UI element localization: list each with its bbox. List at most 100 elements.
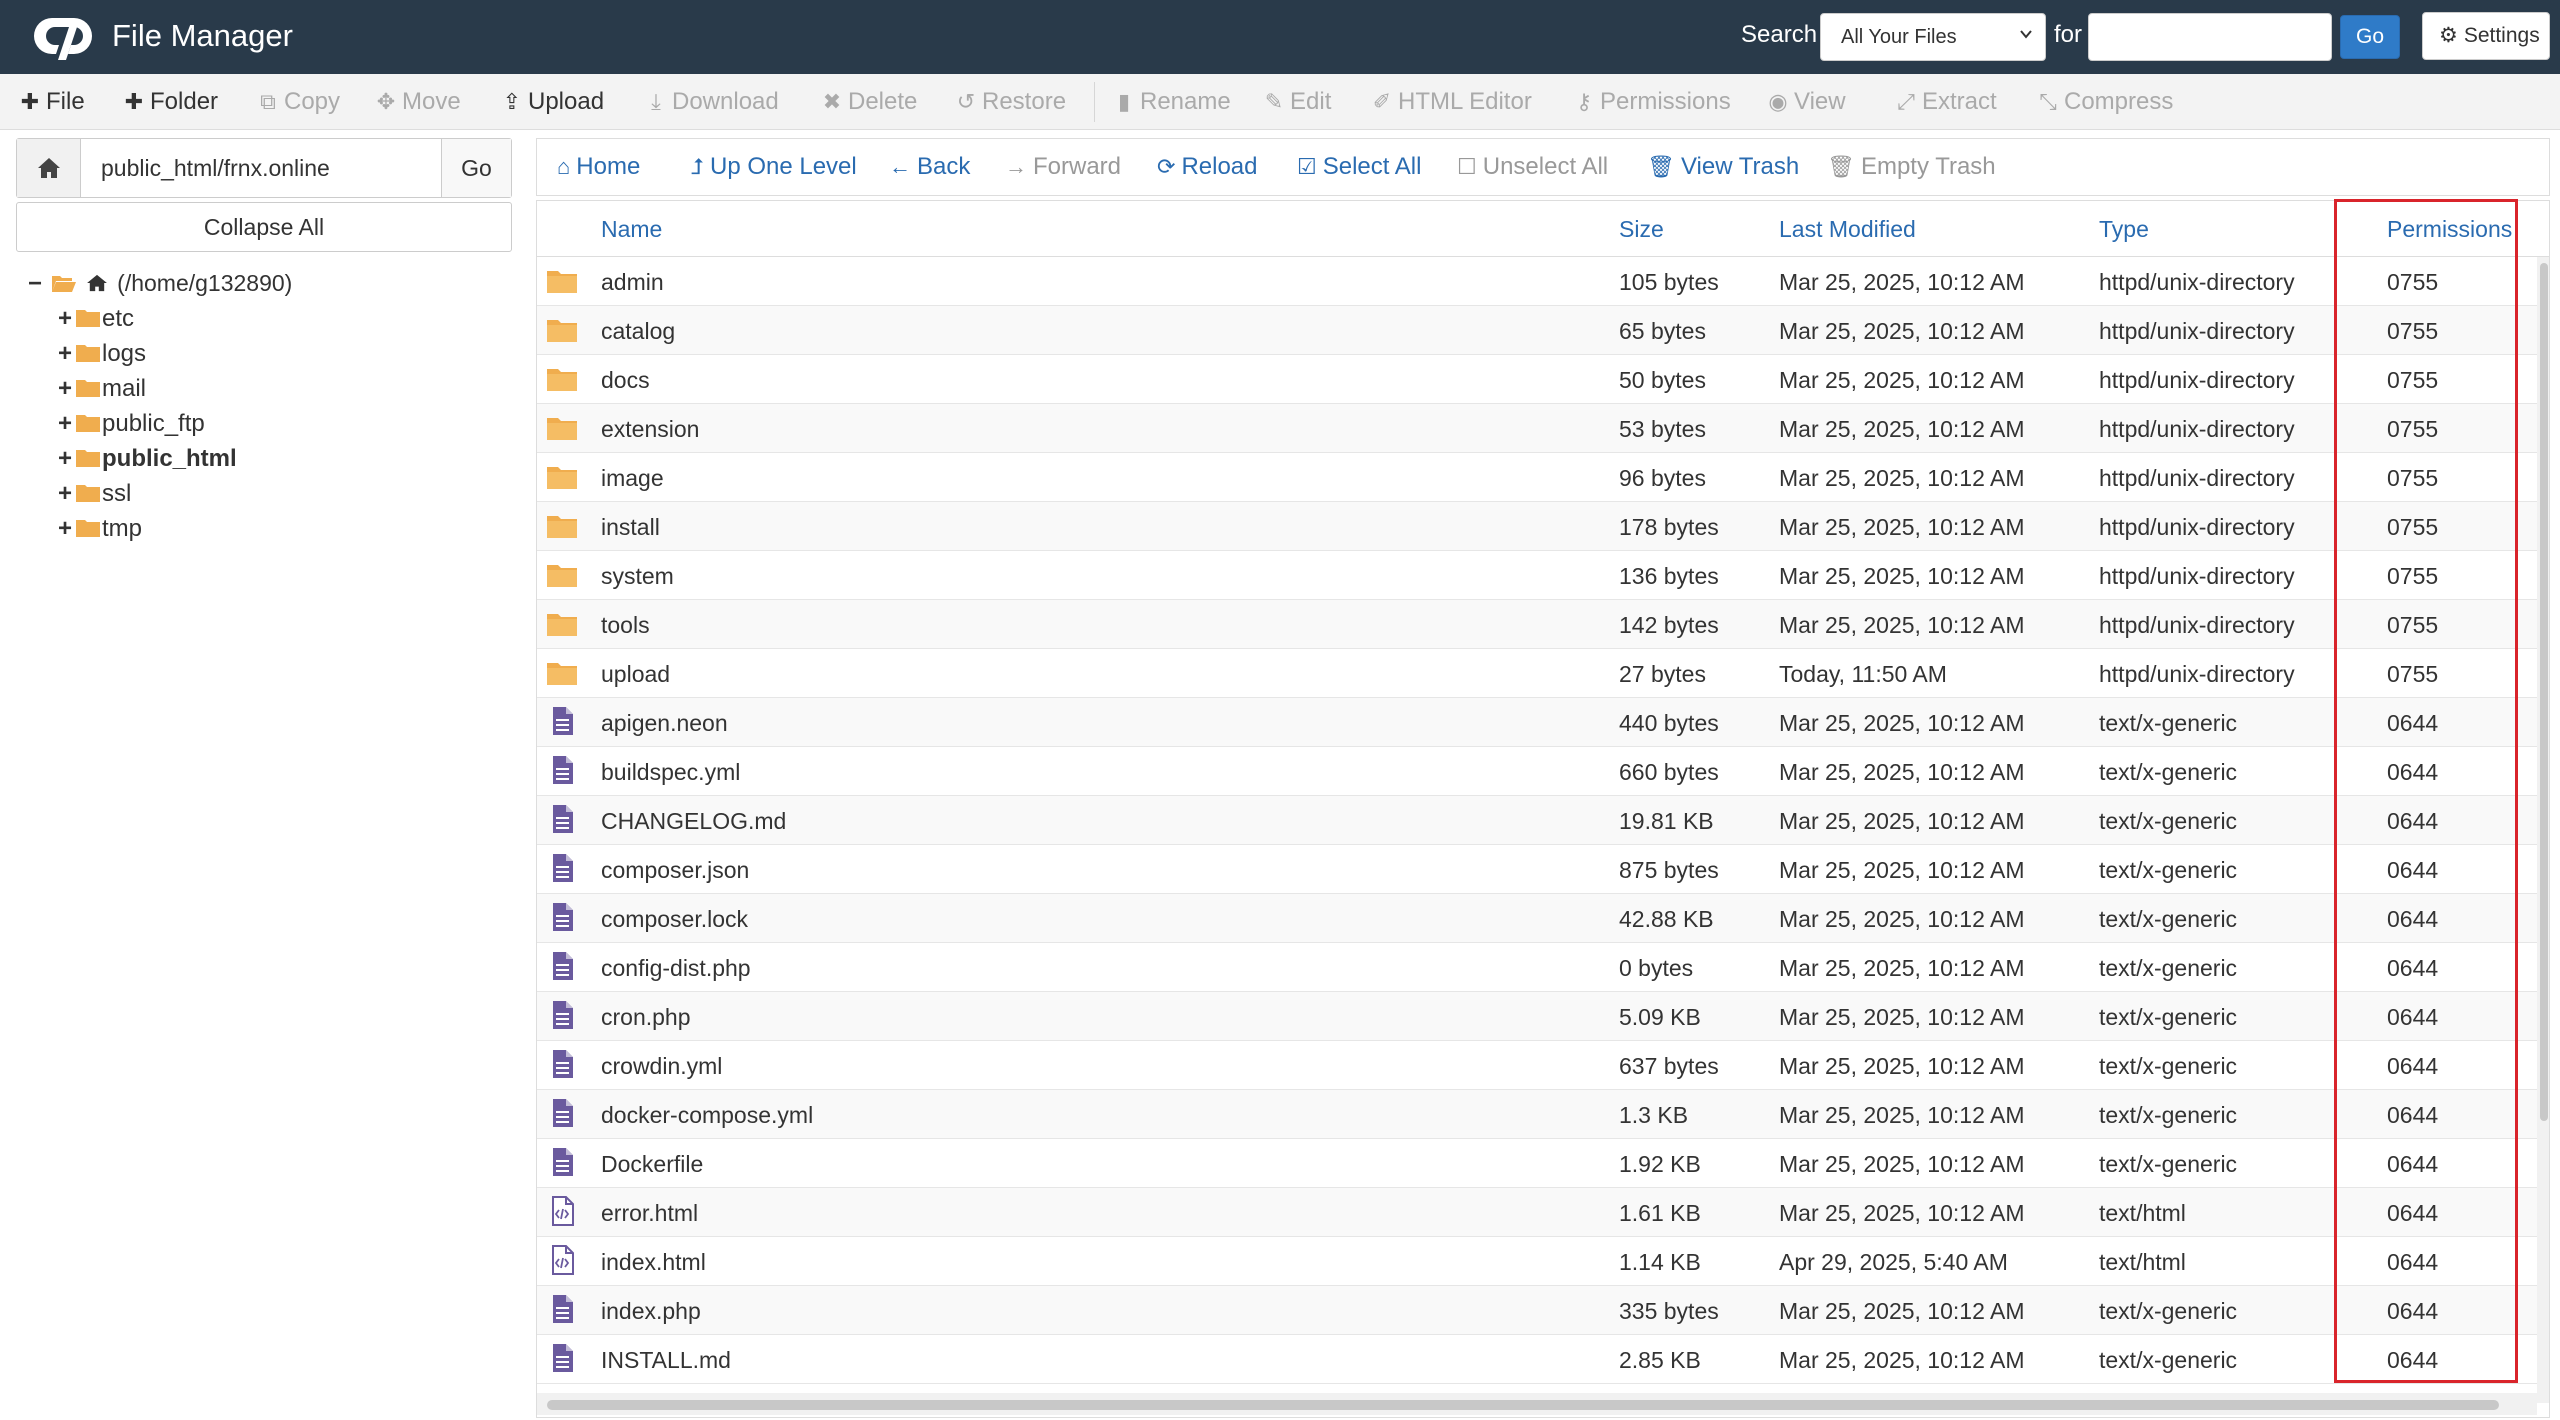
expand-icon[interactable]: + (58, 515, 76, 543)
expand-icon[interactable]: + (58, 305, 76, 333)
expand-icon[interactable]: + (58, 445, 76, 473)
edit-button[interactable]: ✎ Edit (1262, 88, 1332, 116)
path-home-button[interactable] (17, 139, 81, 197)
tree-item-public-html[interactable]: + public_html (58, 445, 237, 473)
table-row[interactable]: index.php 335 bytes Mar 25, 2025, 10:12 AM… (537, 1286, 2537, 1335)
tree-item-tmp[interactable]: + tmp (58, 515, 142, 543)
cell-modified: Mar 25, 2025, 10:12 AM (1779, 1004, 2025, 1030)
table-row[interactable]: crowdin.yml 637 bytes Mar 25, 2025, 10:12 … (537, 1041, 2537, 1090)
table-row[interactable]: upload 27 bytes Today, 11:50 AM httpd/unix-… (537, 649, 2537, 698)
tree-root[interactable]: − (/home/g132890) (28, 270, 292, 298)
column-type-header[interactable]: Type (2099, 216, 2149, 243)
new-file-button[interactable]: ✚ File (18, 88, 85, 116)
tree-item-mail[interactable]: + mail (58, 375, 146, 403)
search-input[interactable] (2088, 13, 2332, 61)
restore-button[interactable]: ↺ Restore (954, 88, 1066, 116)
up-one-level-button[interactable]: ⮥ Up One Level (691, 153, 857, 181)
table-row[interactable]: composer.json 875 bytes Mar 25, 2025, 10:1… (537, 845, 2537, 894)
table-row[interactable]: image 96 bytes Mar 25, 2025, 10:12 AM httpd… (537, 453, 2537, 502)
cell-size: 5.09 KB (1619, 1004, 1701, 1030)
cell-type: httpd/unix-directory (2099, 269, 2295, 295)
horizontal-scrollbar[interactable] (537, 1393, 2537, 1415)
edit-square-icon: ✐ (1372, 89, 1392, 114)
folder-icon (76, 310, 100, 327)
table-row[interactable]: docker-compose.yml 1.3 KB Mar 25, 2025, 10… (537, 1090, 2537, 1139)
table-row[interactable]: docs 50 bytes Mar 25, 2025, 10:12 AM httpd/… (537, 355, 2537, 404)
collapse-all-button[interactable]: Collapse All (16, 202, 512, 252)
table-row[interactable]: tools 142 bytes Mar 25, 2025, 10:12 AM http… (537, 600, 2537, 649)
cell-modified: Mar 25, 2025, 10:12 AM (1779, 367, 2025, 393)
rename-button[interactable]: ▮ Rename (1112, 88, 1231, 116)
table-row[interactable]: INSTALL.md 2.85 KB Mar 25, 2025, 10:12 AM t… (537, 1335, 2537, 1384)
empty-trash-button[interactable]: 🗑 Empty Trash (1827, 153, 1996, 181)
table-row[interactable]: catalog 65 bytes Mar 25, 2025, 10:12 AM htt… (537, 306, 2537, 355)
folder-icon (545, 510, 579, 540)
cpanel-logo[interactable] (30, 10, 106, 64)
vertical-scrollbar[interactable] (2537, 257, 2549, 1403)
cell-size: 178 bytes (1619, 514, 1719, 540)
table-row[interactable]: index.html 1.14 KB Apr 29, 2025, 5:40 AM te… (537, 1237, 2537, 1286)
move-button[interactable]: ✥ Move (374, 88, 461, 116)
compress-button[interactable]: ⤡ Compress (2036, 88, 2173, 116)
column-name-header[interactable]: Name (601, 216, 662, 243)
new-folder-button[interactable]: ✚ Folder (122, 88, 218, 116)
vertical-scrollbar-thumb[interactable] (2540, 263, 2548, 1121)
table-row[interactable]: Dockerfile 1.92 KB Mar 25, 2025, 10:12 AM t… (537, 1139, 2537, 1188)
expand-icon[interactable]: + (58, 375, 76, 403)
level-up-icon: ⮥ (691, 154, 704, 179)
cell-name: composer.json (601, 857, 750, 883)
cell-name: composer.lock (601, 906, 749, 932)
table-row[interactable]: admin 105 bytes Mar 25, 2025, 10:12 AM http… (537, 257, 2537, 306)
back-button[interactable]: ← Back (889, 153, 970, 181)
unselect-all-label: Unselect All (1482, 153, 1609, 180)
expand-icon[interactable]: + (58, 410, 76, 438)
search-scope-select[interactable]: All Your Files (1820, 13, 2046, 61)
html-editor-button[interactable]: ✐ HTML Editor (1370, 88, 1532, 116)
table-row[interactable]: system 136 bytes Mar 25, 2025, 10:12 AM htt… (537, 551, 2537, 600)
search-go-button[interactable]: Go (2340, 15, 2400, 59)
extract-button[interactable]: ⤢ Extract (1894, 88, 1997, 116)
path-input[interactable]: public_html/frnx.online (101, 155, 330, 182)
view-trash-button[interactable]: 🗑 View Trash (1647, 153, 1799, 181)
path-go-button[interactable]: Go (441, 139, 511, 197)
reload-button[interactable]: ⟳ Reload (1157, 153, 1258, 181)
upload-button[interactable]: ⇪ Upload (500, 88, 604, 116)
copy-button[interactable]: ⧉ Copy (256, 88, 340, 116)
table-row[interactable]: composer.lock 42.88 KB Mar 25, 2025, 10:12… (537, 894, 2537, 943)
cell-type: text/x-generic (2099, 857, 2238, 883)
home-button[interactable]: ⌂ Home (557, 153, 640, 181)
cell-name: docker-compose.yml (601, 1102, 814, 1128)
file-text-icon (545, 902, 579, 932)
cell-modified: Mar 25, 2025, 10:12 AM (1779, 612, 2025, 638)
cell-modified: Mar 25, 2025, 10:12 AM (1779, 563, 2025, 589)
table-row[interactable]: config-dist.php 0 bytes Mar 25, 2025, 10:1… (537, 943, 2537, 992)
horizontal-scrollbar-thumb[interactable] (547, 1400, 2499, 1410)
table-row[interactable]: apigen.neon 440 bytes Mar 25, 2025, 10:12 … (537, 698, 2537, 747)
table-row[interactable]: extension 53 bytes Mar 25, 2025, 10:12 AM h… (537, 404, 2537, 453)
permissions-button[interactable]: ⚷ Permissions (1572, 88, 1731, 116)
tree-item-etc[interactable]: + etc (58, 305, 134, 333)
file-code-icon (545, 1196, 579, 1226)
table-row[interactable]: buildspec.yml 660 bytes Mar 25, 2025, 10:1… (537, 747, 2537, 796)
expand-icon[interactable]: + (58, 480, 76, 508)
expand-icon[interactable]: + (58, 340, 76, 368)
folder-icon (545, 265, 579, 295)
tree-item-logs[interactable]: + logs (58, 340, 146, 368)
delete-button[interactable]: ✖ Delete (820, 88, 918, 116)
table-row[interactable]: cron.php 5.09 KB Mar 25, 2025, 10:12 AM tex… (537, 992, 2537, 1041)
table-row[interactable]: CHANGELOG.md 19.81 KB Mar 25, 2025, 10:12 … (537, 796, 2537, 845)
tree-item-ssl[interactable]: + ssl (58, 480, 131, 508)
select-all-button[interactable]: ☑ Select All (1297, 153, 1421, 181)
collapse-icon[interactable]: − (28, 270, 46, 298)
table-row[interactable]: install 178 bytes Mar 25, 2025, 10:12 AM ht… (537, 502, 2537, 551)
settings-button[interactable]: ⚙ Settings (2422, 12, 2550, 60)
table-row[interactable]: error.html 1.61 KB Mar 25, 2025, 10:12 AM t… (537, 1188, 2537, 1237)
unselect-all-button[interactable]: ☐ Unselect All (1457, 153, 1608, 181)
tree-item-public-ftp[interactable]: + public_ftp (58, 410, 205, 438)
column-size-header[interactable]: Size (1619, 216, 1664, 243)
file-icon: ▮ (1117, 89, 1131, 114)
forward-button[interactable]: → Forward (1005, 153, 1121, 181)
column-modified-header[interactable]: Last Modified (1779, 216, 1916, 243)
download-button[interactable]: ⤓ Download (644, 88, 779, 116)
view-button[interactable]: ◉ View (1766, 88, 1845, 116)
